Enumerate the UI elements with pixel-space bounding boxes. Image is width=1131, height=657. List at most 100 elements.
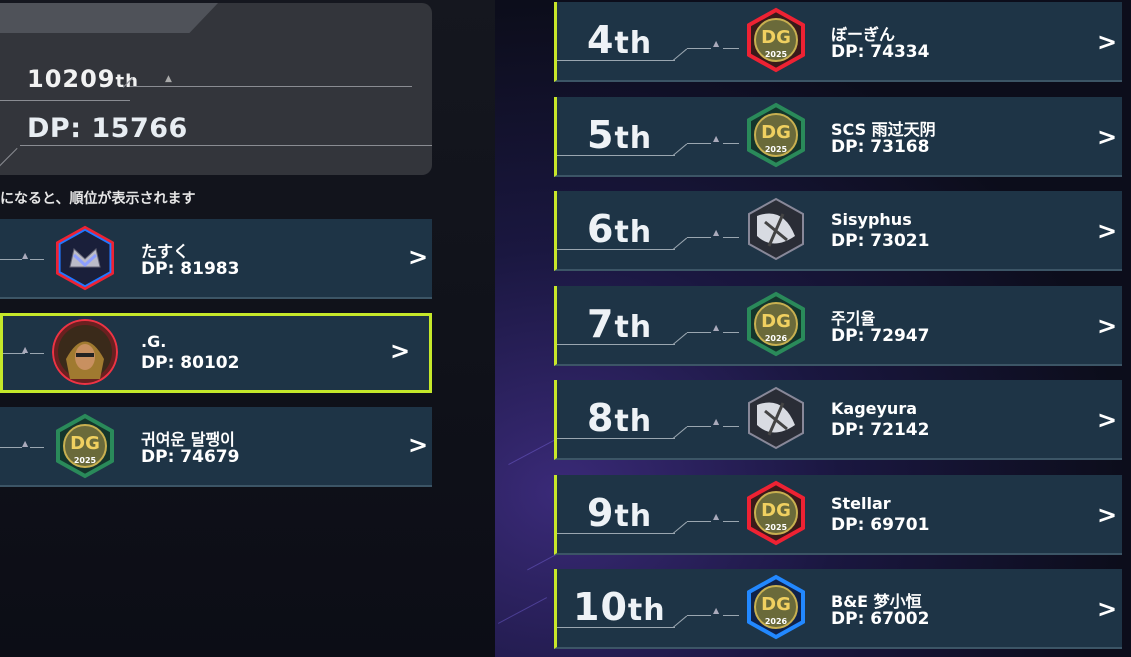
ranking-row[interactable]: 5th ▲ DG 2025 SCS 雨过天阴 DP: 73168 > xyxy=(554,96,1122,177)
divider xyxy=(30,353,44,354)
my-dp: DP: 15766 xyxy=(27,113,188,144)
ranking-row[interactable]: ▲ たすく DP: 81983 > xyxy=(0,219,432,299)
rank-number: 7 xyxy=(587,301,615,346)
player-name: Stellar xyxy=(831,493,891,513)
divider xyxy=(723,142,739,144)
chevron-right-icon[interactable]: > xyxy=(390,337,410,365)
up-triangle-icon: ▲ xyxy=(713,133,720,143)
chevron-right-icon[interactable]: > xyxy=(1097,501,1117,529)
chevron-right-icon[interactable]: > xyxy=(1097,406,1117,434)
svg-text:2025: 2025 xyxy=(765,145,788,154)
divider xyxy=(130,86,412,87)
divider xyxy=(557,532,675,534)
rank-suffix: th xyxy=(614,404,653,439)
svg-text:2025: 2025 xyxy=(765,523,788,532)
rank-suffix: th xyxy=(614,309,653,345)
rank-number: 4 xyxy=(587,18,615,62)
divider xyxy=(557,60,675,61)
my-rank-value: 10209th xyxy=(27,65,138,93)
divider xyxy=(687,615,711,616)
svg-text:DG: DG xyxy=(761,122,791,143)
divider xyxy=(672,143,688,156)
divider xyxy=(723,615,739,616)
divider xyxy=(687,426,711,427)
up-triangle-icon: ▲ xyxy=(713,39,720,48)
chevron-right-icon[interactable]: > xyxy=(408,243,428,271)
up-triangle-icon: ▲ xyxy=(22,251,29,260)
rank-label: 10th xyxy=(573,585,666,629)
svg-text:DG: DG xyxy=(761,311,791,332)
player-dp: DP: 81983 xyxy=(141,259,240,279)
up-triangle-icon: ▲ xyxy=(713,228,720,237)
chevron-right-icon[interactable]: > xyxy=(408,431,428,459)
divider xyxy=(723,237,739,238)
chevron-right-icon[interactable]: > xyxy=(1097,217,1117,245)
dg-2025-dec-green-icon: DG 2025 xyxy=(52,413,118,479)
ranking-row[interactable]: ▲ .G. DP: 80102 > xyxy=(0,313,432,393)
divider xyxy=(687,520,711,522)
divider xyxy=(672,48,688,61)
ranking-notice: になると、順位が表示されます xyxy=(0,191,196,207)
divider xyxy=(687,142,711,144)
svg-text:DG: DG xyxy=(761,27,791,48)
dg-2026-mar-green-icon: DG 2026 xyxy=(743,291,809,357)
ranking-row[interactable]: ▲ DG 2025 귀여운 달팽이 DP: 74679 > xyxy=(0,407,432,487)
svg-text:DG: DG xyxy=(70,433,100,454)
dg-2025-dec-green-icon: DG 2025 xyxy=(743,102,809,168)
player-dp: DP: 74679 xyxy=(141,447,240,467)
divider xyxy=(557,154,675,156)
rank-suffix: th xyxy=(614,120,653,156)
chevron-right-icon[interactable]: > xyxy=(1097,123,1117,151)
divider xyxy=(687,237,711,238)
divider xyxy=(0,447,22,448)
player-dp: DP: 72142 xyxy=(831,420,930,440)
player-dp: DP: 73168 xyxy=(831,136,930,157)
ranking-row[interactable]: 7th ▲ DG 2026 주기율 DP: 72947 > xyxy=(554,285,1122,366)
player-dp: DP: 73021 xyxy=(831,231,930,251)
divider xyxy=(687,48,711,49)
character-portrait-icon xyxy=(52,319,118,385)
up-triangle-icon: ▲ xyxy=(713,322,720,332)
divider xyxy=(672,521,688,534)
divider xyxy=(687,331,711,333)
dg-2025-dec-red-icon: DG 2025 xyxy=(743,480,809,546)
divider xyxy=(557,627,675,628)
divider xyxy=(723,520,739,522)
rank-number: 8 xyxy=(587,396,615,440)
svg-text:DG: DG xyxy=(761,594,791,615)
rank-label: 7th xyxy=(587,302,652,346)
divider xyxy=(672,332,688,345)
divider xyxy=(672,615,688,628)
rank-suffix: th xyxy=(614,26,653,61)
divider xyxy=(723,331,739,333)
ranking-row[interactable]: 10th ▲ DG 2026 B&E 梦小恒 DP: 67002 > xyxy=(554,569,1122,649)
up-triangle-icon: ▲ xyxy=(713,417,720,426)
rank-suffix: th xyxy=(614,215,653,250)
chevron-right-icon[interactable]: > xyxy=(1097,28,1117,56)
ranking-row[interactable]: 6th ▲ Sisyphus DP: 73021 > xyxy=(554,191,1122,271)
chevron-right-icon[interactable]: > xyxy=(1097,312,1117,340)
divider xyxy=(723,426,739,427)
rank-suffix: th xyxy=(627,593,666,628)
up-triangle-icon: ▲ xyxy=(165,74,172,84)
rank-label: 6th xyxy=(587,207,652,251)
monster-portrait-icon xyxy=(743,196,809,262)
chevron-right-icon[interactable]: > xyxy=(1097,595,1117,623)
light-streak xyxy=(497,597,548,624)
ranking-row[interactable]: 8th ▲ Kageyura DP: 72142 > xyxy=(554,380,1122,460)
divider xyxy=(672,237,688,250)
rank-number: 5 xyxy=(587,112,615,157)
divider xyxy=(672,426,688,439)
player-name: Sisyphus xyxy=(831,210,912,229)
card-tab xyxy=(0,3,218,33)
ranking-row[interactable]: 4th ▲ DG 2025 ぼーぎん DP: 74334 > xyxy=(554,2,1122,82)
divider xyxy=(557,438,675,439)
divider xyxy=(0,100,130,101)
divider xyxy=(30,259,44,260)
divider xyxy=(557,343,675,345)
ranking-row[interactable]: 9th ▲ DG 2025 Stellar DP: 69701 > xyxy=(554,474,1122,555)
player-dp: DP: 67002 xyxy=(831,609,930,629)
rank-number: 6 xyxy=(587,207,615,251)
rank-label: 9th xyxy=(587,491,652,535)
player-dp: DP: 72947 xyxy=(831,325,930,346)
